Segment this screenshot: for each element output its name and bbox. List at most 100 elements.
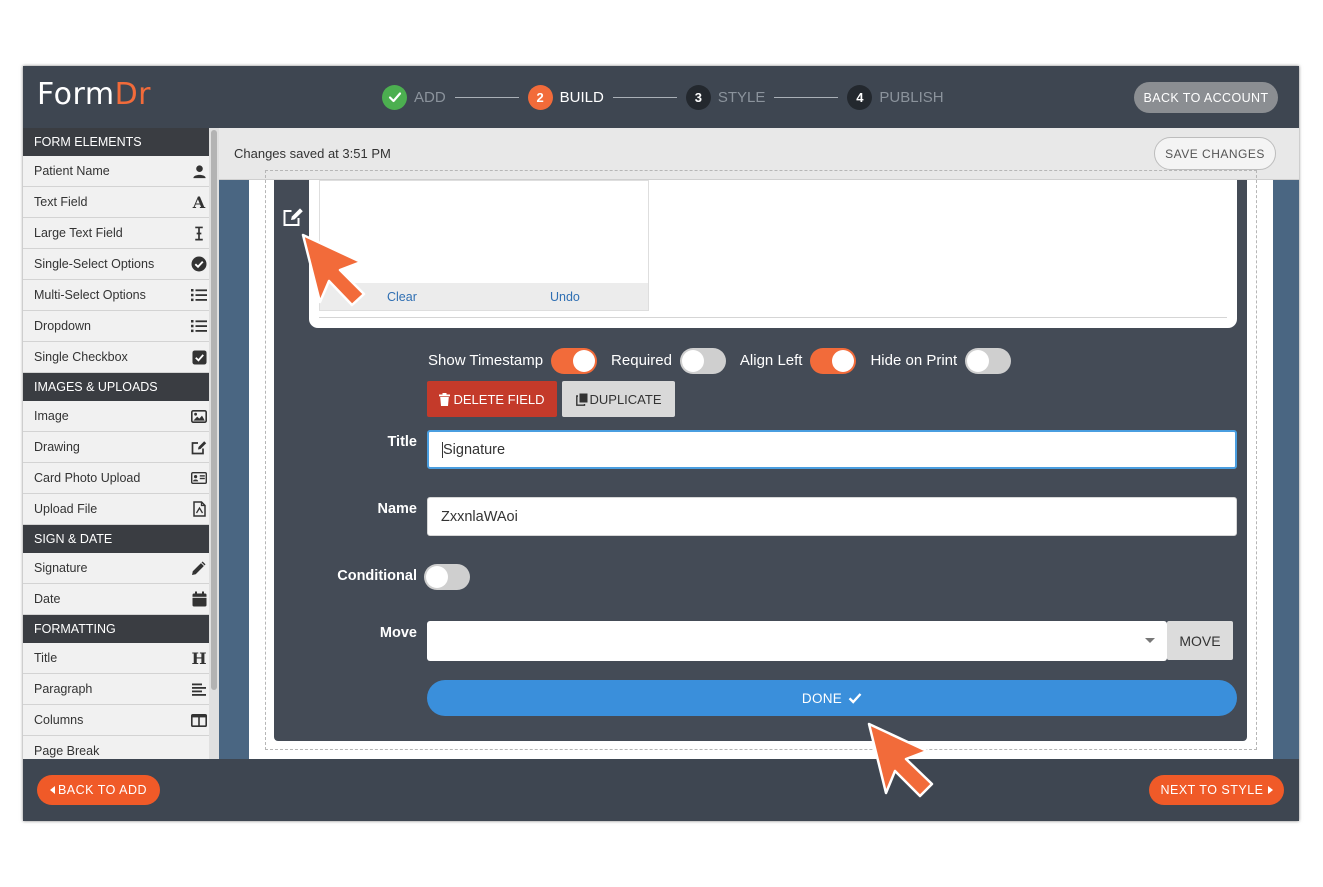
toggle-label: Align Left — [739, 352, 803, 369]
step-number: 2 — [527, 84, 553, 110]
sidebar-item-card-photo-upload[interactable]: Card Photo Upload — [23, 463, 219, 494]
title-input[interactable]: Signature — [427, 430, 1237, 469]
sidebar-item-image[interactable]: Image — [23, 401, 219, 432]
back-to-account-button[interactable]: BACK TO ACCOUNT — [1134, 82, 1278, 113]
form-canvas: Clear Undo Show Timestamp Required Align… — [249, 170, 1273, 759]
save-status-text: Changes saved at 3:51 PM — [234, 146, 391, 161]
sidebar-item-label: Columns — [34, 713, 84, 727]
sidebar-item-title[interactable]: Title H — [23, 643, 219, 674]
step-publish[interactable]: 4 PUBLISH — [847, 84, 944, 110]
sidebar-item-multi-select[interactable]: Multi-Select Options — [23, 280, 219, 311]
copy-icon — [575, 393, 588, 406]
step-label: BUILD — [559, 88, 604, 106]
clear-link[interactable]: Clear — [387, 290, 417, 304]
heading-icon: H — [191, 648, 207, 668]
sidebar-item-single-checkbox[interactable]: Single Checkbox — [23, 342, 219, 373]
toggle-knob — [573, 349, 596, 372]
align-left-toggle[interactable] — [810, 347, 857, 374]
back-to-add-label: BACK TO ADD — [57, 783, 148, 797]
logo-text: Form — [37, 77, 115, 112]
name-input-value: ZxxnlaWAoi — [441, 508, 518, 525]
save-changes-button[interactable]: SAVE CHANGES — [1154, 137, 1276, 170]
section-formatting: FORMATTING — [23, 615, 219, 643]
sidebar-item-upload-file[interactable]: Upload File — [23, 494, 219, 525]
title-label: Title — [387, 434, 417, 450]
hide-on-print-toggle[interactable] — [965, 347, 1012, 374]
list-icon — [191, 287, 207, 303]
step-label: STYLE — [717, 88, 766, 106]
step-style[interactable]: 3 STYLE — [685, 84, 766, 110]
trash-icon — [439, 392, 451, 406]
sidebar-item-large-text-field[interactable]: Large Text Field — [23, 218, 219, 249]
sidebar-item-single-select[interactable]: Single-Select Options — [23, 249, 219, 280]
signature-pad[interactable]: Clear Undo — [319, 180, 649, 311]
sidebar-item-drawing[interactable]: Drawing — [23, 432, 219, 463]
scrollbar-thumb[interactable] — [211, 130, 217, 690]
pencil-icon — [191, 560, 207, 576]
show-timestamp-toggle[interactable] — [551, 347, 598, 374]
signature-actions: Clear Undo — [320, 283, 648, 310]
page-break-icon — [191, 743, 207, 759]
step-number: 3 — [685, 84, 711, 110]
delete-field-button[interactable]: DELETE FIELD — [427, 381, 557, 417]
step-connector — [612, 96, 677, 98]
done-button[interactable]: DONE — [427, 680, 1237, 716]
next-to-style-button[interactable]: NEXT TO STYLE — [1149, 775, 1284, 805]
move-label: Move — [379, 625, 417, 641]
sidebar-item-date[interactable]: Date — [23, 584, 219, 615]
sidebar-item-label: Signature — [34, 561, 88, 575]
list-icon — [191, 318, 207, 334]
check-icon — [382, 84, 407, 110]
sidebar-item-dropdown[interactable]: Dropdown — [23, 311, 219, 342]
formdr-logo[interactable]: FormDr — [37, 77, 151, 112]
step-label: PUBLISH — [879, 88, 944, 106]
sidebar-item-signature[interactable]: Signature — [23, 553, 219, 584]
sidebar-item-label: Card Photo Upload — [34, 471, 141, 485]
sidebar-item-label: Paragraph — [34, 682, 93, 696]
caret-right-icon — [1267, 786, 1273, 794]
sidebar-item-columns[interactable]: Columns — [23, 705, 219, 736]
back-to-add-button[interactable]: BACK TO ADD — [37, 775, 160, 805]
sidebar-item-label: Date — [34, 592, 61, 606]
pointer-arrow-icon — [867, 722, 934, 798]
calendar-icon — [191, 591, 207, 607]
toggle-knob — [967, 349, 990, 372]
duplicate-label: DUPLICATE — [589, 391, 662, 407]
builder-main: Changes saved at 3:51 PM SAVE CHANGES Cl… — [219, 128, 1299, 759]
toggle-label: Required — [611, 352, 672, 369]
required-toggle[interactable] — [679, 347, 726, 374]
undo-link[interactable]: Undo — [550, 290, 580, 304]
user-icon — [191, 163, 207, 179]
edit-icon[interactable] — [283, 207, 305, 227]
sidebar-item-text-field[interactable]: Text Field A — [23, 187, 219, 218]
bottom-bar: BACK TO ADD NEXT TO STYLE — [23, 759, 1299, 821]
sidebar-item-label: Dropdown — [34, 319, 91, 333]
step-build[interactable]: 2 BUILD — [527, 84, 604, 110]
name-label: Name — [377, 501, 418, 517]
field-edit-panel: Clear Undo Show Timestamp Required Align… — [274, 180, 1247, 741]
move-select[interactable] — [427, 621, 1167, 661]
sidebar-item-patient-name[interactable]: Patient Name — [23, 156, 219, 187]
edit-icon — [191, 439, 207, 455]
next-to-style-label: NEXT TO STYLE — [1160, 783, 1264, 797]
done-label: DONE — [801, 690, 843, 706]
caret-left-icon — [49, 786, 55, 794]
check-icon — [848, 692, 862, 704]
step-number: 4 — [847, 84, 873, 110]
pointer-arrow-icon — [301, 233, 366, 307]
delete-field-label: DELETE FIELD — [453, 391, 545, 407]
toggle-knob — [832, 349, 855, 372]
sidebar-item-page-break[interactable]: Page Break — [23, 736, 219, 759]
step-connector — [774, 96, 839, 98]
sidebar-scrollbar[interactable] — [209, 128, 219, 759]
step-add[interactable]: ADD — [382, 84, 446, 110]
name-input[interactable]: ZxxnlaWAoi — [427, 497, 1237, 536]
toggle-label: Show Timestamp — [428, 352, 544, 369]
conditional-toggle[interactable] — [424, 564, 470, 590]
move-button[interactable]: MOVE — [1167, 621, 1233, 660]
checkbox-icon — [191, 349, 207, 365]
id-card-icon — [191, 470, 207, 486]
sidebar-item-paragraph[interactable]: Paragraph — [23, 674, 219, 705]
duplicate-button[interactable]: DUPLICATE — [562, 381, 675, 417]
sidebar-item-label: Large Text Field — [34, 226, 123, 240]
